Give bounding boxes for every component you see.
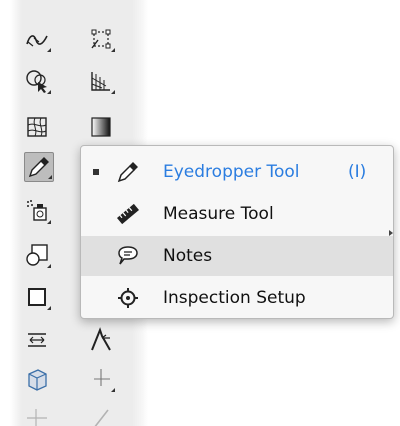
perspective-grid-tool[interactable] [86,66,116,96]
free-transform-tool[interactable] [86,24,116,54]
submenu-arrow-icon [389,230,393,236]
symbol-sprayer-tool[interactable] [22,196,52,226]
artboard-tool-icon [27,409,47,426]
perspective-selection-tool[interactable] [22,364,52,394]
menu-item-label: Eyedropper Tool [163,162,300,182]
slice-tool[interactable] [86,404,116,426]
eyedropper-icon [115,159,141,185]
eyedropper-flyout-menu: Eyedropper Tool (I) Measure Tool Notes I… [80,145,394,319]
blend-tool[interactable] [22,240,52,270]
menu-item-shortcut: (I) [348,162,367,182]
angle-tool-icon [91,327,111,351]
perspective-selection-tool-icon [28,369,47,391]
crop-marks-tool[interactable] [86,364,116,394]
crosshair-target-icon [115,285,141,311]
width-tool[interactable] [22,24,52,54]
menu-item-measure-tool[interactable]: Measure Tool [81,194,393,234]
angle-tool[interactable] [86,324,116,354]
menu-item-label: Measure Tool [163,204,274,224]
gradient-tool[interactable] [86,112,116,142]
menu-item-eyedropper-tool[interactable]: Eyedropper Tool (I) [81,152,393,192]
artboard-tool[interactable] [22,404,52,426]
gradient-tool-icon [91,117,111,137]
slice-tool-icon [94,409,109,426]
menu-item-notes[interactable]: Notes [81,236,393,276]
menu-item-label: Inspection Setup [163,288,306,308]
mesh-tool-icon [27,117,47,137]
eyedropper-tool[interactable] [24,152,54,182]
selected-bullet-icon [93,169,99,175]
width-adjust-tool-icon [28,333,46,347]
menu-item-inspection-setup[interactable]: Inspection Setup [81,278,393,318]
width-adjust-tool[interactable] [22,324,52,354]
menu-item-label: Notes [163,246,213,266]
ruler-icon [115,201,141,227]
shape-builder-tool[interactable] [22,66,52,96]
rectangle-tool[interactable] [22,282,52,312]
speech-bubble-icon [115,243,141,269]
mesh-tool[interactable] [22,112,52,142]
